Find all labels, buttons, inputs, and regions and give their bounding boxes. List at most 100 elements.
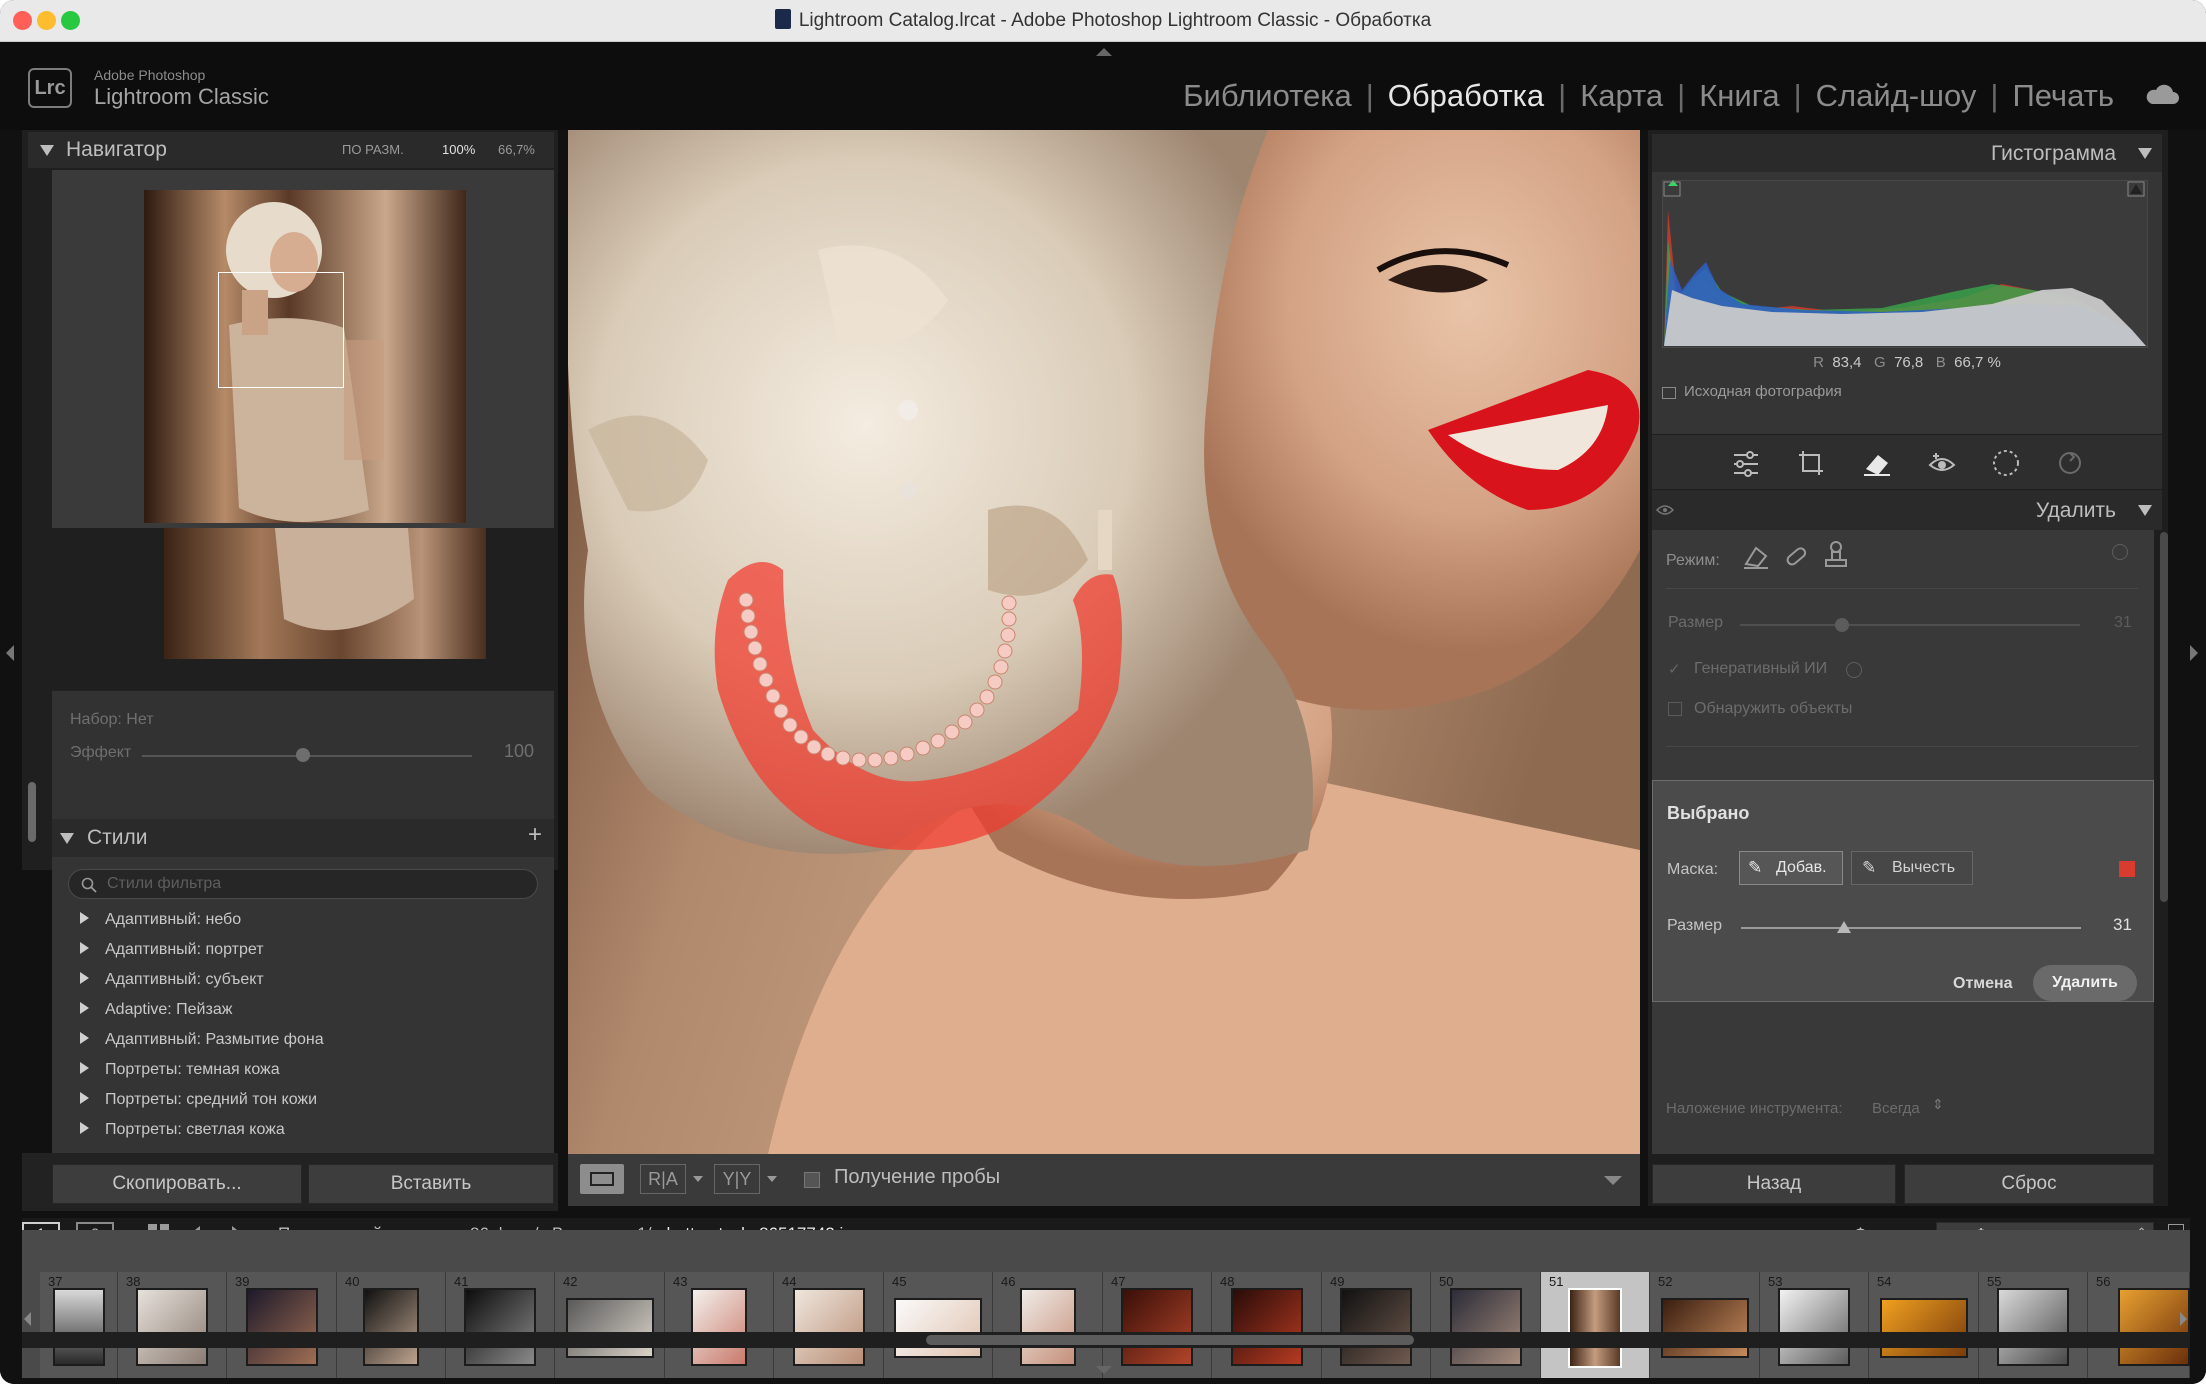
filmstrip-thumb[interactable]: 52 [1650, 1272, 1760, 1378]
style-item[interactable]: Портреты: темная кожа [80, 1061, 280, 1079]
help-icon[interactable] [2112, 544, 2128, 560]
filmstrip-thumb[interactable]: 37 [40, 1272, 118, 1378]
module-book[interactable]: Книга [1699, 78, 1779, 114]
before-after-yy-button[interactable]: Y|Y [714, 1164, 760, 1194]
right-panel-scrollbar[interactable] [2160, 532, 2168, 902]
filmstrip-thumb[interactable]: 47 [1103, 1272, 1212, 1378]
mode-heal-icon[interactable] [1782, 542, 1810, 570]
filmstrip-thumb[interactable]: 42 [555, 1272, 665, 1378]
mask-subtract-button[interactable]: ✎ Вычесть [1851, 851, 1973, 885]
presets-cycle-icon[interactable] [2056, 449, 2084, 477]
styles-filter-input[interactable]: Стили фильтра [68, 869, 538, 899]
remove-panel-header[interactable]: Удалить [1652, 490, 2162, 530]
filmstrip-scroll-right[interactable] [2180, 1312, 2187, 1326]
add-style-button[interactable]: + [528, 821, 542, 849]
style-item[interactable]: Адаптивный: субъект [80, 971, 264, 989]
selected-size-knob[interactable] [1837, 921, 1851, 933]
filmstrip-thumb[interactable]: 49 [1322, 1272, 1431, 1378]
before-after-ra-menu[interactable] [693, 1176, 703, 1182]
filmstrip-thumb[interactable]: 48 [1212, 1272, 1322, 1378]
selected-size-value[interactable]: 31 [2113, 915, 2132, 935]
style-item[interactable]: Портреты: светлая кожа [80, 1121, 285, 1139]
filmstrip-thumb[interactable]: 54 [1869, 1272, 1979, 1378]
paste-settings-button[interactable]: Вставить [308, 1164, 554, 1204]
filmstrip-thumb[interactable]: 45 [884, 1272, 993, 1378]
filmstrip-thumb[interactable]: 39 [227, 1272, 337, 1378]
filmstrip-thumb[interactable]: 53 [1760, 1272, 1869, 1378]
module-develop[interactable]: Обработка [1388, 78, 1544, 114]
copy-settings-button[interactable]: Скопировать... [52, 1164, 302, 1204]
histogram-chart[interactable] [1662, 180, 2148, 348]
before-after-ra-button[interactable]: R|A [640, 1164, 686, 1194]
style-item[interactable]: Адаптивный: портрет [80, 941, 264, 959]
remove-size-knob[interactable] [1835, 618, 1849, 632]
remove-eraser-icon[interactable] [1862, 449, 1892, 477]
sampling-checkbox[interactable] [804, 1172, 820, 1188]
selected-size-track[interactable] [1741, 927, 2081, 929]
edit-sliders-icon[interactable] [1732, 451, 1760, 477]
filmstrip-thumb[interactable]: 50 [1431, 1272, 1541, 1378]
style-item[interactable]: Портреты: средний тон кожи [80, 1091, 317, 1109]
module-library[interactable]: Библиотека [1183, 78, 1352, 114]
filmstrip-thumb[interactable]: 55 [1979, 1272, 2088, 1378]
navigator-viewport-box[interactable] [218, 272, 344, 388]
filmstrip-scroll-thumb[interactable] [926, 1335, 1414, 1345]
style-item[interactable]: Адаптивный: Размытие фона [80, 1031, 324, 1049]
filmstrip-thumb[interactable]: 43 [665, 1272, 774, 1378]
toolbar-menu-arrow[interactable] [1604, 1176, 1622, 1185]
mode-clone-icon[interactable] [1822, 540, 1850, 570]
module-print[interactable]: Печать [2012, 78, 2114, 114]
brand-line-2: Lightroom Classic [94, 84, 269, 109]
cloud-icon[interactable] [2144, 84, 2180, 106]
filmstrip-thumb[interactable]: 41 [446, 1272, 555, 1378]
expand-triangle-icon [80, 972, 89, 984]
masking-icon[interactable] [1992, 449, 2020, 477]
style-item[interactable]: Адаптивный: небо [80, 911, 241, 929]
zoom-fit[interactable]: ПО РАЗМ. [342, 142, 404, 157]
cancel-button[interactable]: Отмена [1953, 975, 2013, 993]
red-eye-icon[interactable] [1928, 449, 1956, 477]
thumbnail-image [691, 1288, 747, 1366]
original-photo-checkbox[interactable] [1662, 387, 1676, 399]
remove-size-track[interactable] [1740, 624, 2080, 626]
eye-toggle-icon[interactable] [1656, 504, 1674, 516]
collapse-top-panel-arrow[interactable] [1096, 48, 1112, 56]
module-map[interactable]: Карта [1580, 78, 1663, 114]
overlay-value[interactable]: Всегда [1872, 1100, 1920, 1117]
overlay-stepper-icon[interactable]: ⇕ [1932, 1096, 1944, 1113]
navigator-header[interactable]: Навигатор ПО РАЗМ. 100% 66,7% [28, 132, 554, 168]
before-after-yy-menu[interactable] [767, 1176, 777, 1182]
delete-button[interactable]: Удалить [2033, 965, 2137, 1001]
detect-objects-checkbox[interactable] [1668, 702, 1682, 716]
reset-button[interactable]: Сброс [1904, 1164, 2154, 1204]
zoom-100[interactable]: 100% [442, 142, 475, 157]
module-slideshow[interactable]: Слайд-шоу [1816, 78, 1977, 114]
photo-canvas[interactable] [568, 130, 1640, 1154]
right-panel-toggle-arrow[interactable] [2190, 645, 2198, 661]
mask-color-swatch[interactable] [2119, 861, 2135, 877]
info-icon[interactable] [1846, 662, 1862, 678]
crop-icon[interactable] [1797, 449, 1825, 477]
left-panel-toggle-arrow[interactable] [6, 645, 14, 661]
filmstrip-thumb[interactable]: 40 [337, 1272, 446, 1378]
left-panel-scrollbar[interactable] [28, 782, 36, 842]
remove-size-value[interactable]: 31 [2114, 614, 2132, 632]
collapse-bottom-panel-arrow[interactable] [1096, 1366, 1112, 1374]
generative-ai-checkbox[interactable]: ✓ [1668, 660, 1681, 678]
loupe-view-button[interactable] [580, 1164, 624, 1194]
filmstrip-thumb[interactable]: 46 [993, 1272, 1103, 1378]
filmstrip-thumb-selected[interactable]: 51 [1541, 1272, 1650, 1378]
zoom-other[interactable]: 66,7% [498, 142, 535, 157]
filmstrip-thumb[interactable]: 56 [2088, 1272, 2190, 1378]
styles-header[interactable]: Стили + [52, 819, 554, 857]
effect-slider-knob[interactable] [296, 748, 310, 762]
histogram-header[interactable]: Гистограмма [1652, 134, 2162, 172]
filmstrip-thumb[interactable]: 44 [774, 1272, 884, 1378]
effect-value[interactable]: 100 [504, 741, 534, 762]
previous-button[interactable]: Назад [1652, 1164, 1896, 1204]
mask-add-button[interactable]: ✎ Добав. [1739, 851, 1843, 885]
filmstrip-thumb[interactable]: 38 [118, 1272, 227, 1378]
mode-content-aware-icon[interactable] [1742, 542, 1770, 570]
style-item[interactable]: Adaptive: Пейзаж [80, 1001, 232, 1019]
filmstrip-scroll-left[interactable] [24, 1312, 31, 1326]
